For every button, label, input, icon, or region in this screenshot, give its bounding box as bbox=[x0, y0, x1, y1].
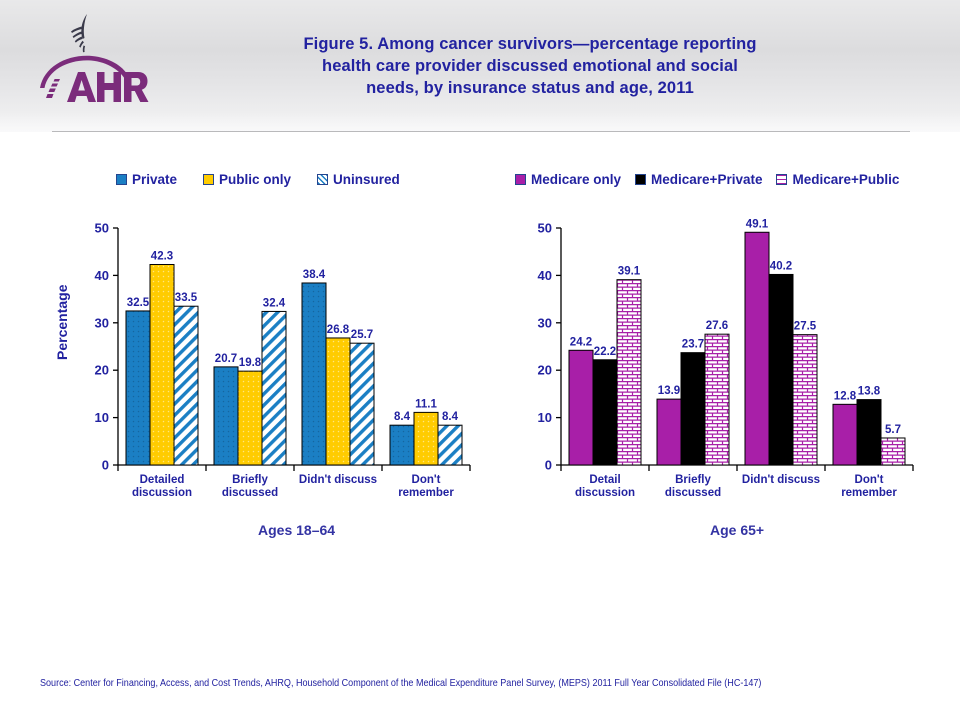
chart-panel-age-65-plus: Medicare only Medicare+Private Medicare+… bbox=[495, 160, 950, 550]
svg-text:27.6: 27.6 bbox=[706, 320, 728, 332]
svg-text:50: 50 bbox=[95, 221, 109, 236]
panel-caption-ages-18-64: Ages 18–64 bbox=[258, 522, 336, 538]
svg-text:40: 40 bbox=[95, 268, 109, 283]
svg-text:12.8: 12.8 bbox=[834, 390, 857, 402]
svg-text:20.7: 20.7 bbox=[215, 353, 237, 365]
svg-text:0: 0 bbox=[545, 458, 552, 473]
legend-swatch-public-only bbox=[203, 174, 215, 185]
legend-label-public-only: Public only bbox=[219, 172, 292, 187]
header-fade bbox=[0, 112, 960, 152]
legend-label-medicare-public: Medicare+Public bbox=[792, 172, 900, 187]
svg-text:11.1: 11.1 bbox=[415, 398, 437, 410]
legend-swatch-medicare-public bbox=[776, 174, 788, 185]
chart-legend-right: Medicare only Medicare+Private Medicare+… bbox=[515, 172, 899, 187]
svg-text:49.1: 49.1 bbox=[746, 218, 769, 230]
page-title-line-3: needs, by insurance status and age, 2011 bbox=[366, 79, 694, 97]
svg-text:30: 30 bbox=[538, 315, 552, 330]
svg-text:Detail: Detail bbox=[589, 474, 620, 486]
svg-text:40.2: 40.2 bbox=[770, 260, 792, 272]
svg-text:27.5: 27.5 bbox=[794, 321, 817, 333]
page-title: Figure 5. Among cancer survivors—percent… bbox=[230, 33, 830, 99]
svg-text:discussion: discussion bbox=[575, 487, 635, 499]
svg-text:13.8: 13.8 bbox=[858, 386, 881, 398]
svg-text:8.4: 8.4 bbox=[442, 411, 459, 423]
svg-text:10: 10 bbox=[538, 410, 552, 425]
legend-swatch-medicare-only bbox=[515, 174, 526, 185]
svg-text:Detailed: Detailed bbox=[140, 474, 185, 486]
page-title-line-2: health care provider discussed emotional… bbox=[322, 57, 738, 75]
svg-text:Don't: Don't bbox=[412, 474, 441, 486]
svg-text:42.3: 42.3 bbox=[151, 250, 173, 262]
svg-text:Don't: Don't bbox=[855, 474, 884, 486]
svg-text:23.7: 23.7 bbox=[682, 339, 704, 351]
svg-text:30: 30 bbox=[95, 315, 109, 330]
svg-text:32.4: 32.4 bbox=[263, 297, 286, 309]
svg-text:32.5: 32.5 bbox=[127, 297, 150, 309]
legend-label-medicare-only: Medicare only bbox=[531, 172, 622, 187]
svg-text:20: 20 bbox=[538, 363, 552, 378]
source-note: Source: Center for Financing, Access, an… bbox=[40, 677, 762, 689]
legend-swatch-private bbox=[116, 174, 127, 185]
svg-text:38.4: 38.4 bbox=[303, 269, 326, 281]
svg-text:13.9: 13.9 bbox=[658, 385, 680, 397]
chart-legend-left: Private Public only Uninsured bbox=[116, 172, 400, 187]
svg-text:50: 50 bbox=[538, 221, 552, 236]
svg-text:discussed: discussed bbox=[665, 487, 721, 499]
svg-text:22.2: 22.2 bbox=[594, 346, 616, 358]
svg-text:39.1: 39.1 bbox=[618, 266, 641, 278]
legend-item-public-only[interactable]: Public only bbox=[203, 172, 291, 187]
page-title-line-1: Figure 5. Among cancer survivors—percent… bbox=[303, 35, 757, 53]
legend-label-medicare-private: Medicare+Private bbox=[651, 172, 763, 187]
legend-item-uninsured[interactable]: Uninsured bbox=[317, 172, 400, 187]
svg-text:Didn't discuss: Didn't discuss bbox=[299, 474, 377, 486]
svg-text:20: 20 bbox=[95, 363, 109, 378]
legend-swatch-uninsured bbox=[317, 174, 329, 185]
legend-label-uninsured: Uninsured bbox=[333, 172, 400, 187]
svg-text:26.8: 26.8 bbox=[327, 324, 350, 336]
svg-text:remember: remember bbox=[841, 487, 897, 499]
legend-swatch-medicare-private bbox=[635, 174, 647, 185]
svg-text:8.4: 8.4 bbox=[394, 411, 411, 423]
svg-text:33.5: 33.5 bbox=[175, 292, 198, 304]
panel-caption-age-65-plus: Age 65+ bbox=[710, 522, 765, 538]
plot-area-right: 0 10 20 30 40 50 24.2 22.2 39.1 Detail discussion 1… bbox=[505, 218, 935, 520]
ahrq-logo bbox=[34, 48, 159, 110]
legend-item-medicare-public[interactable]: Medicare+Public bbox=[776, 172, 899, 187]
svg-text:40: 40 bbox=[538, 268, 552, 283]
svg-text:discussed: discussed bbox=[222, 487, 278, 499]
svg-text:10: 10 bbox=[95, 410, 109, 425]
plot-area-left: 0 10 20 30 40 50 32.5 42.3 33.5 Detailed discussio… bbox=[62, 220, 492, 520]
legend-item-medicare-private[interactable]: Medicare+Private bbox=[635, 172, 762, 187]
legend-label-private: Private bbox=[132, 172, 178, 187]
svg-text:25.7: 25.7 bbox=[351, 329, 373, 341]
legend-item-medicare-only[interactable]: Medicare only bbox=[515, 172, 621, 187]
svg-text:24.2: 24.2 bbox=[570, 336, 592, 348]
chart-panel-ages-18-64: Private Public only Uninsured Percentage… bbox=[18, 160, 493, 550]
svg-text:19.8: 19.8 bbox=[239, 357, 262, 369]
svg-text:remember: remember bbox=[398, 487, 454, 499]
svg-text:Didn't discuss: Didn't discuss bbox=[742, 474, 820, 486]
header-divider bbox=[52, 131, 910, 132]
svg-text:0: 0 bbox=[102, 458, 109, 473]
svg-text:discussion: discussion bbox=[132, 487, 192, 499]
svg-text:Briefly: Briefly bbox=[675, 474, 711, 486]
svg-text:Briefly: Briefly bbox=[232, 474, 268, 486]
legend-item-private[interactable]: Private bbox=[116, 172, 177, 187]
svg-text:5.7: 5.7 bbox=[885, 424, 901, 436]
